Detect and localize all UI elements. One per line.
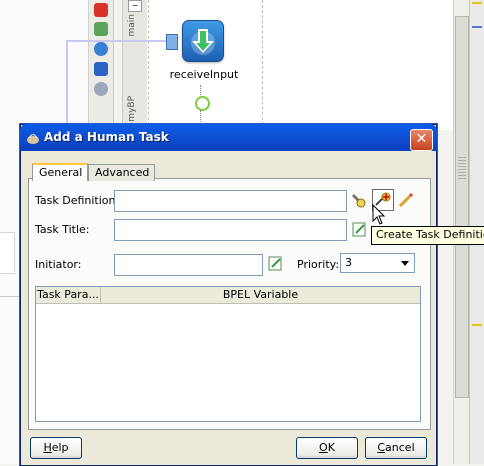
dialog-title: Add a Human Task (44, 130, 169, 144)
rewind-icon[interactable] (94, 62, 108, 76)
bpel-task-icon (26, 131, 40, 145)
collapse-icon[interactable]: − (128, 0, 142, 12)
close-button[interactable]: ✕ (410, 129, 433, 151)
tab-general[interactable]: General (32, 163, 88, 181)
edit-expression-icon[interactable] (352, 221, 368, 237)
zoom-icon[interactable] (94, 82, 108, 96)
task-definition-label: Task Definition: (35, 194, 120, 207)
cancel-button[interactable]: Cancel (365, 437, 427, 459)
column-header-bpel-variable[interactable]: BPEL Variable (101, 287, 420, 304)
mail-icon[interactable] (94, 22, 108, 36)
scrollbar-thumb[interactable] (455, 16, 469, 398)
ruler-marker[interactable] (472, 26, 482, 28)
chevron-down-icon[interactable] (397, 255, 412, 271)
ruler-marker[interactable] (472, 2, 482, 4)
activity-label: receiveInput (169, 68, 239, 81)
flow-connector (200, 110, 201, 124)
task-definition-field[interactable] (114, 190, 347, 212)
tooltip: Create Task Definition (371, 226, 484, 245)
initiator-label: Initiator: (35, 258, 82, 271)
flow-connector (200, 85, 202, 95)
pencil-icon[interactable] (398, 192, 414, 208)
flashlight-icon[interactable] (350, 192, 366, 208)
ok-button[interactable]: OK (296, 437, 358, 459)
drop-target-icon[interactable] (195, 96, 210, 111)
receive-activity[interactable] (182, 20, 224, 62)
receive-arrow-icon (191, 29, 215, 55)
edit-expression-icon[interactable] (268, 255, 284, 271)
canvas-guide (148, 0, 149, 130)
structure-panel-edge (0, 232, 15, 274)
task-title-label: Task Title: (35, 223, 90, 236)
initiator-field[interactable] (114, 254, 263, 276)
task-parameters-table[interactable]: Task Para... BPEL Variable (35, 286, 421, 422)
canvas-guide (262, 0, 263, 130)
scope-label-process: myBP (127, 96, 137, 122)
priority-label: Priority: (297, 258, 340, 271)
priority-value: 3 (345, 256, 352, 269)
grip-icon (458, 157, 466, 179)
delete-icon[interactable] (94, 3, 108, 17)
column-header-task-parameter[interactable]: Task Para... (36, 287, 101, 304)
ruler-marker[interactable] (472, 324, 482, 326)
tab-advanced[interactable]: Advanced (88, 164, 155, 181)
priority-select[interactable]: 3 (340, 253, 415, 273)
component-palette (89, 0, 114, 130)
partner-link-wire (66, 40, 170, 42)
scope-strip: − main myBP (122, 0, 148, 130)
task-title-field[interactable] (114, 219, 347, 241)
scope-label-main: main (127, 14, 137, 37)
partner-link-port-icon (166, 34, 178, 50)
help-button[interactable]: Help (30, 437, 82, 459)
clock-icon[interactable] (94, 42, 108, 56)
partner-link-wire (66, 40, 68, 130)
